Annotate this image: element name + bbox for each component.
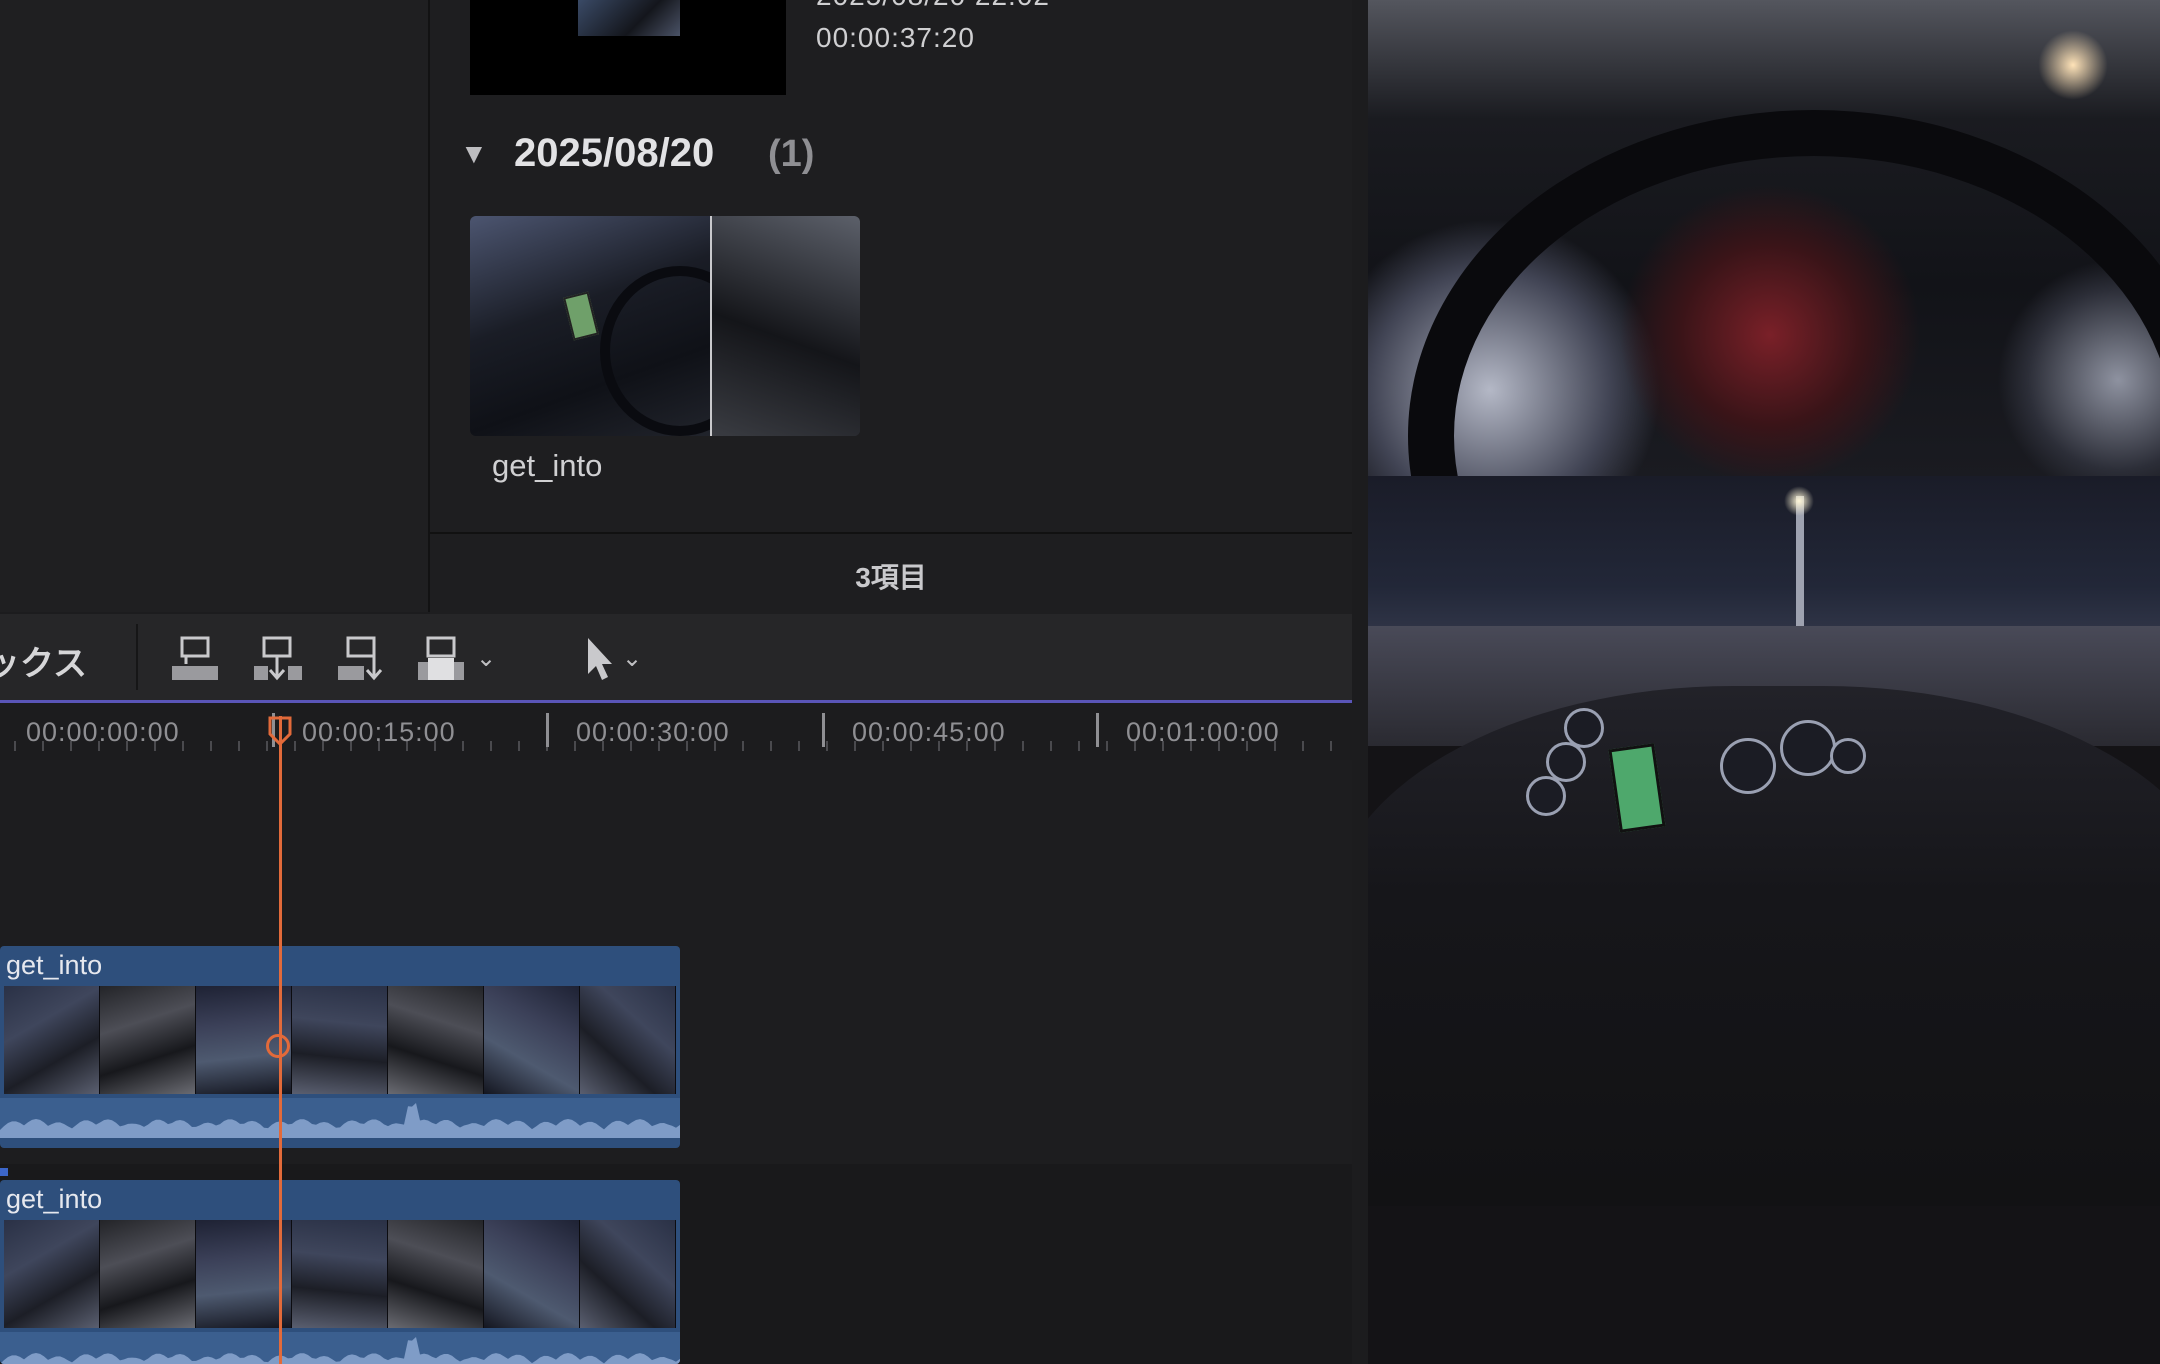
ruler-timecode: 00:00:00:00 [26,717,180,747]
timeline-toolbar: ックス ⌄ ⌄ [0,614,1352,702]
timeline-clip[interactable]: get_into [0,1180,680,1364]
filmstrip-frame [388,1220,484,1328]
connect-icon[interactable] [168,634,224,684]
audio-waveform [0,1332,680,1364]
ruler-tick [1050,741,1052,751]
clip-date: 2025/08/20 22:02 [816,0,1050,12]
viewer[interactable] [1368,0,2160,1364]
clip-filmstrip [4,986,676,1094]
filmstrip-frame [292,986,388,1094]
select-tool-arrow-icon[interactable] [572,634,612,684]
filmstrip-frame [484,1220,580,1328]
ruler-timecode: 00:01:00:00 [1126,717,1280,747]
ruler-major-tick [822,713,825,747]
ruler-tick [826,741,828,751]
edit-options-chevron-icon[interactable]: ⌄ [476,644,496,673]
ruler-major-tick [1096,713,1099,747]
ruler-tick [294,741,296,751]
ruler-tick [14,741,16,751]
library-sidebar [0,0,430,612]
ruler-tick [742,741,744,751]
filmstrip-frame [484,986,580,1094]
insert-icon[interactable] [250,634,306,684]
viewer-video-bottom [1368,476,2160,1364]
toolbar-divider [136,624,138,690]
filmstrip-frame [196,1220,292,1328]
timeline-ruler[interactable]: 00:00:00:00 00:00:15:00 00:00:30:00 00:00:4… [0,700,1352,763]
playhead-handle-icon[interactable] [268,716,292,747]
ruler-tick [210,741,212,751]
filmstrip-frame [292,1220,388,1328]
overwrite-icon[interactable] [414,634,470,684]
item-count: 3項目 [855,562,927,593]
ruler-tick [1330,741,1332,751]
viewer-video-top [1368,0,2160,762]
ruler-tick [1106,741,1108,751]
filmstrip-frame [100,1220,196,1328]
filmstrip-frame [580,986,676,1094]
ruler-tick [238,741,240,751]
filmstrip-frame [100,986,196,1094]
clip-title: get_into [6,1184,103,1214]
toolbar-title: ックス [0,645,87,683]
filmstrip-frame [4,1220,100,1328]
ruler-tick [1022,741,1024,751]
ruler-tick [462,741,464,751]
ruler-tick [518,741,520,751]
clip-duration: 00:00:37:20 [816,22,975,53]
ruler-tick [1302,741,1304,751]
clip-title: get_into [6,950,103,980]
ruler-major-tick [546,713,549,747]
timeline-clip[interactable]: get_into [0,946,680,1148]
disclosure-triangle-icon[interactable]: ▼ [460,138,488,170]
browser-status-bar: 3項目 [430,532,1352,614]
group-date-heading: 2025/08/20 [514,131,715,175]
ruler-tick [770,741,772,751]
ruler-tick [798,741,800,751]
ruler-tick [490,741,492,751]
group-count: (1) [768,133,815,175]
clip-name-label[interactable]: get_into [492,448,602,484]
ruler-timecode: 00:00:45:00 [852,717,1006,747]
tool-menu-chevron-icon[interactable]: ⌄ [622,644,642,673]
audio-waveform [0,1098,680,1138]
skimmer-dot-icon [266,1034,290,1058]
media-browser: 2025/08/20 22:02 00:00:37:20 ▼ 2025/08/2… [430,0,1352,532]
append-icon[interactable] [334,634,390,684]
ruler-timecode: 00:00:15:00 [302,717,456,747]
clip-thumbnail-top[interactable] [470,0,786,95]
ruler-timecode: 00:00:30:00 [576,717,730,747]
filmstrip-frame [388,986,484,1094]
filmstrip-frame [580,1220,676,1328]
ruler-tick [1078,741,1080,751]
ruler-tick [182,741,184,751]
clip-filmstrip [4,1220,676,1328]
filmstrip-frame [4,986,100,1094]
clip-thumbnail-get-into[interactable] [470,216,860,436]
track-edge-marker [0,1168,8,1176]
